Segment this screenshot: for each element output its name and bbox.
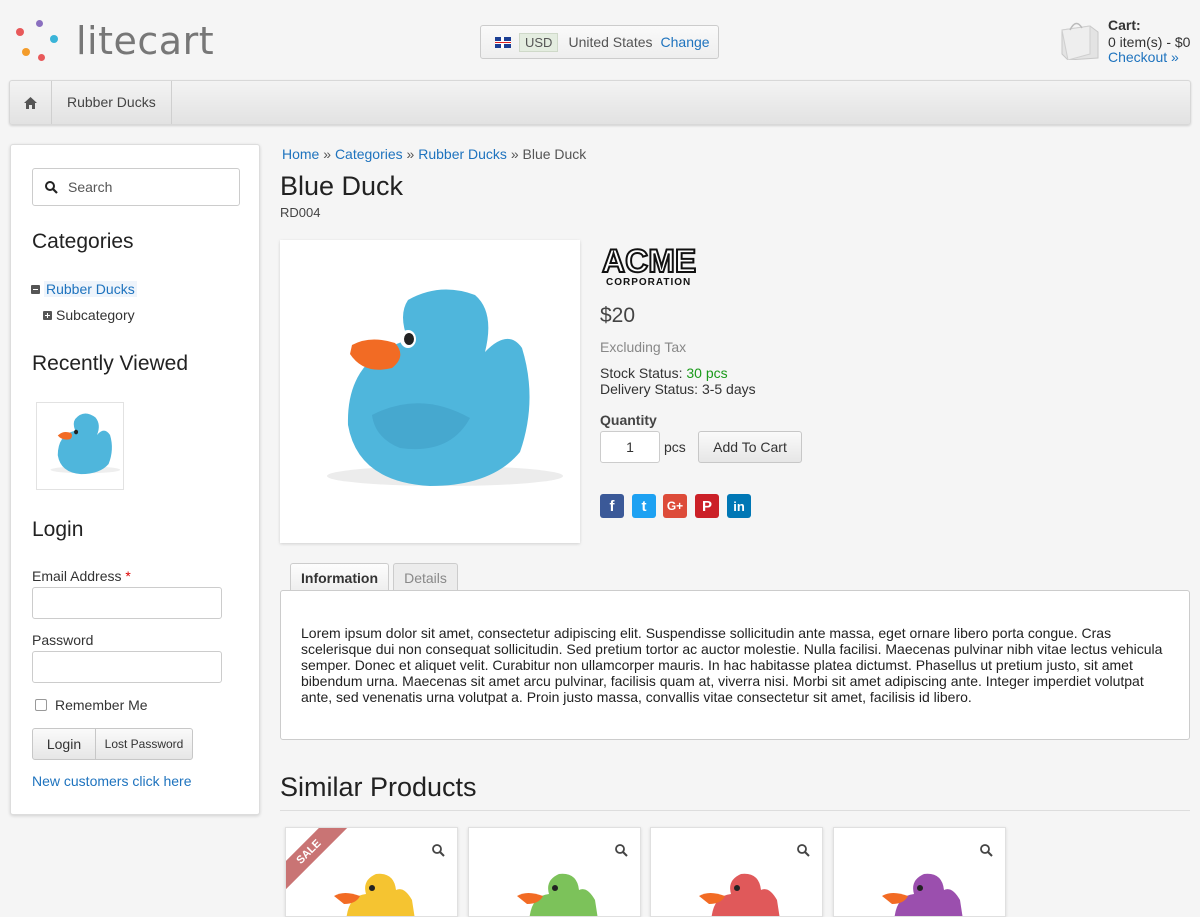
add-to-cart-button[interactable]: Add To Cart — [698, 431, 802, 463]
category-label: Subcategory — [56, 307, 135, 323]
google-plus-icon[interactable]: G+ — [663, 494, 687, 518]
green-duck-image — [517, 873, 598, 916]
breadcrumb-separator: » — [510, 146, 519, 162]
breadcrumb-current: Blue Duck — [522, 146, 587, 162]
delivery-value: 3-5 days — [701, 381, 756, 397]
zoom-icon[interactable] — [980, 844, 993, 857]
similar-products-heading: Similar Products — [280, 772, 477, 802]
nav-item-rubber-ducks[interactable]: Rubber Ducks — [52, 81, 172, 124]
sidebar: Search Categories Rubber Ducks Subcatego… — [10, 144, 260, 815]
twitter-icon[interactable]: t — [632, 494, 656, 518]
login-button[interactable]: Login — [33, 729, 96, 759]
search-input[interactable]: Search — [32, 168, 240, 206]
product-description: Lorem ipsum dolor sit amet, consectetur … — [280, 590, 1190, 740]
delivery-status: Delivery Status: 3-5 days — [600, 381, 756, 397]
expand-icon — [43, 310, 52, 320]
purple-duck-image — [882, 873, 963, 916]
quantity-input[interactable]: 1 — [600, 431, 660, 463]
breadcrumb: Home » Categories » Rubber Ducks » Blue … — [282, 146, 586, 162]
main-navbar: Rubber Ducks — [9, 80, 1191, 125]
stock-status: Stock Status: 30 pcs — [600, 365, 728, 381]
category-subcategory[interactable]: Subcategory — [43, 307, 135, 323]
similar-product-card[interactable] — [833, 827, 1006, 917]
nav-home-button[interactable] — [10, 81, 52, 124]
country-name: United States — [568, 34, 653, 50]
quantity-unit: pcs — [664, 439, 686, 455]
lost-password-button[interactable]: Lost Password — [96, 729, 192, 759]
logo-dot — [16, 28, 24, 36]
red-duck-image — [699, 873, 780, 916]
stock-value: 30 pcs — [686, 365, 728, 381]
logo-dot — [50, 35, 58, 43]
similar-product-card[interactable] — [468, 827, 641, 917]
recently-viewed-heading: Recently Viewed — [32, 352, 189, 375]
description-text: Lorem ipsum dolor sit amet, consectetur … — [301, 625, 1163, 705]
breadcrumb-home[interactable]: Home — [282, 146, 319, 162]
change-region-link[interactable]: Change — [661, 34, 710, 50]
remember-me-label: Remember Me — [55, 697, 148, 713]
logo-dot — [36, 20, 43, 27]
divider — [280, 810, 1190, 811]
similar-product-card[interactable]: SALE — [285, 827, 458, 917]
breadcrumb-separator: » — [406, 146, 415, 162]
home-icon — [24, 96, 37, 109]
breadcrumb-categories[interactable]: Categories — [335, 146, 403, 162]
uk-flag-icon — [495, 36, 511, 48]
search-placeholder: Search — [68, 179, 113, 195]
blue-duck-image — [327, 289, 563, 486]
product-image[interactable] — [280, 240, 580, 543]
category-label[interactable]: Rubber Ducks — [44, 281, 137, 297]
tax-note: Excluding Tax — [600, 339, 687, 355]
logo-dot — [22, 48, 30, 56]
breadcrumb-separator: » — [323, 146, 332, 162]
product-title: Blue Duck — [280, 171, 404, 201]
shopping-bag-icon[interactable] — [1058, 18, 1100, 61]
email-field[interactable] — [32, 587, 222, 619]
search-icon — [45, 180, 58, 194]
region-selector: USD United States Change — [480, 25, 719, 59]
collapse-icon — [31, 284, 40, 294]
zoom-icon[interactable] — [432, 844, 445, 857]
login-button-group: Login Lost Password — [32, 728, 193, 760]
categories-heading: Categories — [32, 230, 134, 253]
pinterest-icon[interactable]: P — [695, 494, 719, 518]
zoom-icon[interactable] — [615, 844, 628, 857]
product-sku: RD004 — [280, 205, 321, 220]
password-field[interactable] — [32, 651, 222, 683]
currency-code: USD — [519, 32, 559, 52]
cart-title: Cart: — [1108, 17, 1141, 33]
login-heading: Login — [32, 518, 84, 541]
password-label: Password — [32, 632, 94, 648]
checkout-link[interactable]: Checkout » — [1108, 49, 1179, 65]
breadcrumb-rubber-ducks[interactable]: Rubber Ducks — [418, 146, 507, 162]
blue-duck-thumbnail — [50, 413, 121, 475]
litecart-logo[interactable]: litecart — [16, 18, 236, 64]
recently-viewed-product[interactable] — [36, 402, 124, 490]
facebook-icon[interactable]: f — [600, 494, 624, 518]
new-customers-link[interactable]: New customers click here — [32, 773, 192, 789]
similar-product-card[interactable] — [650, 827, 823, 917]
svg-text:ACME: ACME — [602, 243, 696, 279]
category-rubber-ducks[interactable]: Rubber Ducks — [31, 281, 137, 297]
svg-text:CORPORATION: CORPORATION — [606, 277, 691, 288]
zoom-icon[interactable] — [797, 844, 810, 857]
quantity-label: Quantity — [600, 412, 657, 428]
tab-details[interactable]: Details — [393, 563, 458, 591]
product-price: $20 — [600, 304, 636, 327]
remember-me[interactable]: Remember Me — [35, 697, 148, 713]
remember-me-checkbox[interactable] — [35, 699, 47, 711]
cart-summary: 0 item(s) - $0 — [1108, 34, 1191, 50]
linkedin-icon[interactable]: in — [727, 494, 751, 518]
logo-text: litecart — [76, 19, 215, 63]
acme-corporation-logo[interactable]: ACME CORPORATION — [600, 240, 710, 290]
email-label: Email Address * — [32, 568, 131, 584]
yellow-duck-image — [334, 873, 415, 916]
logo-dot — [38, 54, 45, 61]
tab-information[interactable]: Information — [290, 563, 389, 591]
